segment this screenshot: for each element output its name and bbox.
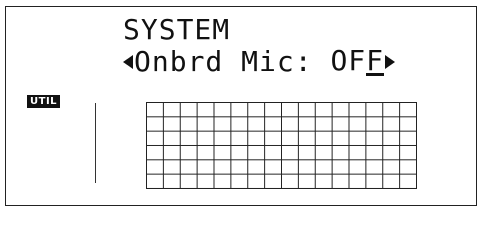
cursor-character: F bbox=[366, 44, 385, 77]
left-arrow-icon[interactable] bbox=[123, 54, 133, 69]
mode-badge: UTIL bbox=[27, 95, 61, 108]
parameter-label: Onbrd Mic: bbox=[134, 44, 313, 78]
page-title: SYSTEM bbox=[123, 13, 231, 46]
parameter-spacer bbox=[313, 48, 331, 76]
right-arrow-icon[interactable] bbox=[385, 54, 396, 69]
parameter-value[interactable]: OFF bbox=[330, 44, 385, 77]
parameter-line: Onbrd Mic: OFF bbox=[123, 44, 396, 78]
vertical-divider bbox=[95, 103, 96, 183]
parameter-value-text: OF bbox=[330, 44, 367, 77]
empty-grid bbox=[146, 102, 417, 189]
